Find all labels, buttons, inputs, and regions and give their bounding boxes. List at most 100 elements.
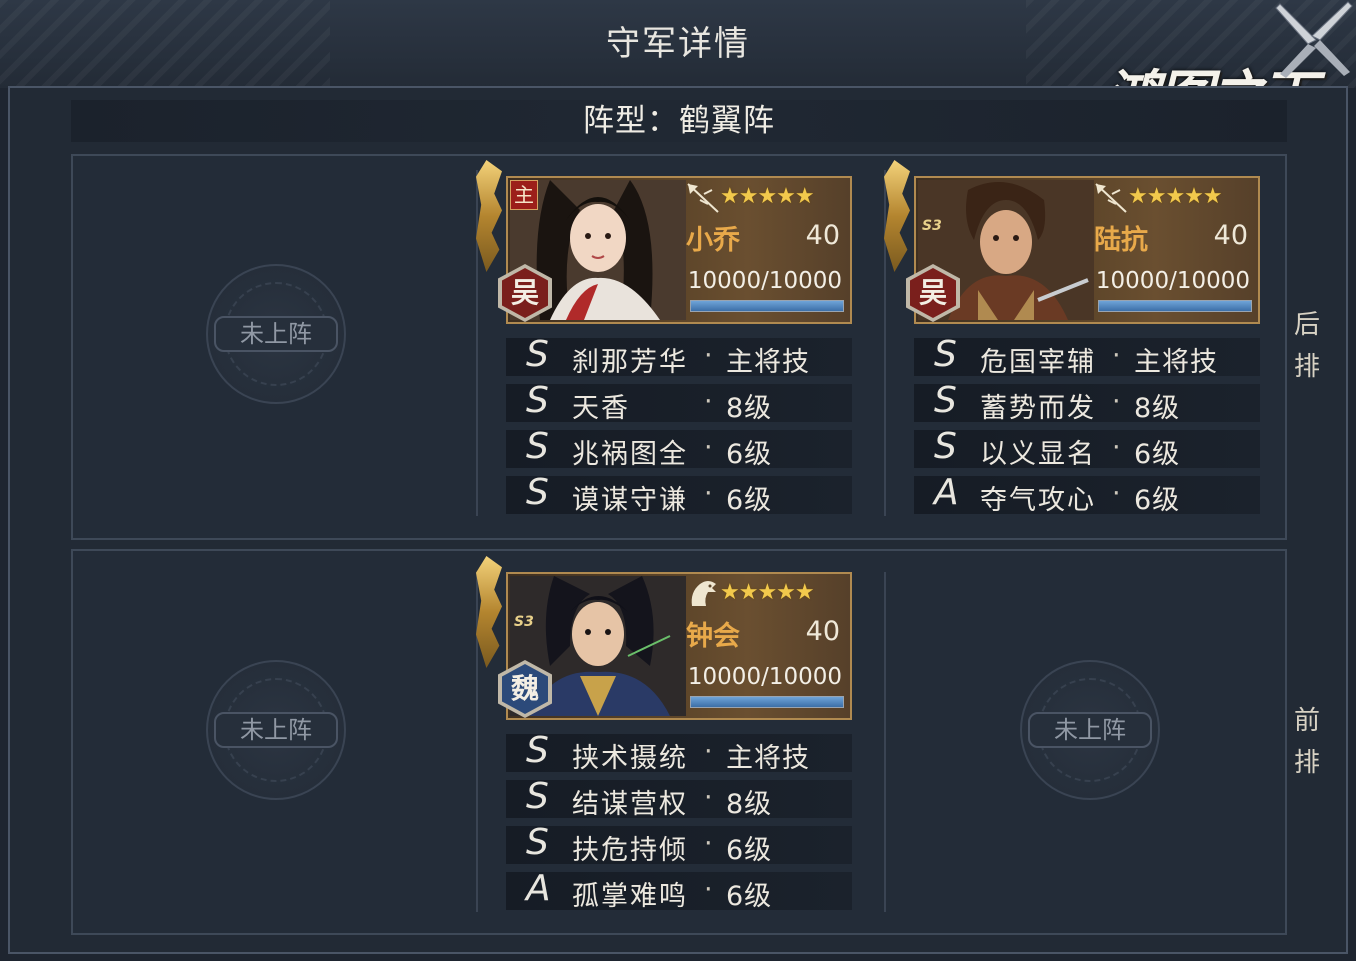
empty-slot-front-right[interactable]: 未上阵	[1020, 660, 1160, 800]
hp-bar	[1098, 300, 1252, 312]
separator-dot: ·	[704, 782, 713, 813]
hp-bar	[690, 696, 844, 708]
formation-label: 阵型：鹤翼阵	[71, 100, 1287, 142]
general-level: 40	[805, 220, 840, 251]
separator-dot: ·	[1112, 478, 1121, 509]
skill-row[interactable]: S 谟谋守谦 · 6级	[506, 472, 852, 516]
spear-icon	[687, 183, 719, 213]
star-rating: ★★★★★	[720, 580, 815, 605]
skill-row[interactable]: S 挟术摄统 · 主将技	[506, 730, 852, 774]
front-row-label-char: 前	[1293, 706, 1320, 736]
empty-slot-label: 未上阵	[214, 316, 338, 352]
skill-level: 6级	[1134, 439, 1181, 470]
general-level: 40	[1213, 220, 1248, 251]
season-badge: S3	[514, 614, 534, 630]
general-name: 陆抗	[1094, 225, 1148, 256]
skill-name: 天香	[572, 393, 630, 424]
skill-level: 6级	[726, 485, 773, 516]
faction-glyph: 吴	[918, 276, 947, 309]
skill-level: 6级	[726, 439, 773, 470]
separator-dot: ·	[704, 340, 713, 371]
skill-name: 兆祸图全	[572, 439, 688, 470]
back-row-label-char: 后	[1293, 310, 1320, 340]
skill-row[interactable]: S 刹那芳华 · 主将技	[506, 334, 852, 378]
general-hp: 10000/10000	[687, 664, 842, 690]
skill-grade: S	[526, 426, 549, 467]
skill-grade: S	[526, 822, 549, 863]
skill-name: 夺气攻心	[980, 485, 1096, 516]
general-name: 钟会	[686, 621, 740, 652]
skill-list-lukang: S 危国宰辅 · 主将技 S 蓄势而发 · 8级 S 以义显名 · 6级 A 夺…	[914, 334, 1260, 522]
empty-slot-label: 未上阵	[214, 712, 338, 748]
skill-level: 8级	[726, 789, 773, 820]
faction-glyph: 吴	[510, 276, 539, 309]
skill-row[interactable]: S 蓄势而发 · 8级	[914, 380, 1260, 424]
skill-row[interactable]: S 天香 · 8级	[506, 380, 852, 424]
empty-slot-label: 未上阵	[1028, 712, 1152, 748]
hp-bar-fill	[691, 697, 843, 707]
skill-list-zhonghui: S 挟术摄统 · 主将技 S 结谋营权 · 8级 S 扶危持倾 · 6级 A 孤…	[506, 730, 852, 918]
skill-row[interactable]: S 兆祸图全 · 6级	[506, 426, 852, 470]
separator-dot: ·	[1112, 340, 1121, 371]
general-level: 40	[805, 616, 840, 647]
separator-dot: ·	[704, 432, 713, 463]
back-row-label: 后 排	[1290, 304, 1324, 388]
separator-dot: ·	[704, 828, 713, 859]
skill-grade: S	[526, 776, 549, 817]
faction-badge: 吴	[498, 264, 552, 322]
skill-grade: S	[526, 472, 549, 513]
skill-grade: S	[934, 380, 957, 421]
skill-level: 主将技	[1134, 347, 1218, 378]
skill-name: 危国宰辅	[980, 347, 1096, 378]
separator-dot: ·	[704, 478, 713, 509]
skill-level: 6级	[726, 835, 773, 866]
slot-divider	[476, 572, 478, 912]
skill-level: 主将技	[726, 743, 810, 774]
lord-badge: 主	[510, 180, 538, 210]
skill-grade: S	[934, 426, 957, 467]
general-card-xiaoqiao[interactable]: 主 吴 ★★★★★ 小乔 40 10000/10000	[476, 160, 852, 324]
general-hp: 10000/10000	[1095, 268, 1250, 294]
skill-level: 8级	[1134, 393, 1181, 424]
skill-name: 结谋营权	[572, 789, 688, 820]
skill-name: 蓄势而发	[980, 393, 1096, 424]
skill-grade: S	[934, 334, 957, 375]
star-rating: ★★★★★	[720, 184, 815, 209]
general-card-zhonghui[interactable]: S3 魏 ★★★★★ 钟会 40 10000/10000	[476, 556, 852, 720]
general-name: 小乔	[686, 225, 740, 256]
empty-slot-front-left[interactable]: 未上阵	[206, 660, 346, 800]
skill-name: 挟术摄统	[572, 743, 688, 774]
skill-grade: A	[526, 868, 551, 909]
separator-dot: ·	[704, 386, 713, 417]
skill-grade: S	[526, 334, 549, 375]
slot-divider	[884, 572, 886, 912]
skill-row[interactable]: S 扶危持倾 · 6级	[506, 822, 852, 866]
skill-level: 6级	[1134, 485, 1181, 516]
season-badge: S3	[922, 218, 942, 234]
skill-name: 扶危持倾	[572, 835, 688, 866]
skill-grade: A	[934, 472, 959, 513]
skill-row[interactable]: A 孤掌难鸣 · 6级	[506, 868, 852, 912]
crossed-blades-icon[interactable]	[1272, 0, 1356, 80]
hp-bar-fill	[691, 301, 843, 311]
skill-level: 主将技	[726, 347, 810, 378]
slot-divider	[884, 170, 886, 516]
skill-level: 6级	[726, 881, 773, 912]
star-rating: ★★★★★	[1128, 184, 1223, 209]
skill-name: 刹那芳华	[572, 347, 688, 378]
separator-dot: ·	[704, 736, 713, 767]
skill-row[interactable]: S 危国宰辅 · 主将技	[914, 334, 1260, 378]
horse-icon	[691, 581, 716, 606]
skill-row[interactable]: S 结谋营权 · 8级	[506, 776, 852, 820]
general-card-lukang[interactable]: S3 吴 ★★★★★ 陆抗 40 10000/10000	[884, 160, 1260, 324]
front-row-label: 前 排	[1290, 700, 1324, 784]
empty-slot-back-left[interactable]: 未上阵	[206, 264, 346, 404]
skill-name: 谟谋守谦	[572, 485, 688, 516]
separator-dot: ·	[1112, 432, 1121, 463]
skill-list-xiaoqiao: S 刹那芳华 · 主将技 S 天香 · 8级 S 兆祸图全 · 6级 S 谟谋守…	[506, 334, 852, 522]
hp-bar-fill	[1099, 301, 1251, 311]
general-hp: 10000/10000	[687, 268, 842, 294]
skill-grade: S	[526, 730, 549, 771]
skill-row[interactable]: S 以义显名 · 6级	[914, 426, 1260, 470]
skill-row[interactable]: A 夺气攻心 · 6级	[914, 472, 1260, 516]
